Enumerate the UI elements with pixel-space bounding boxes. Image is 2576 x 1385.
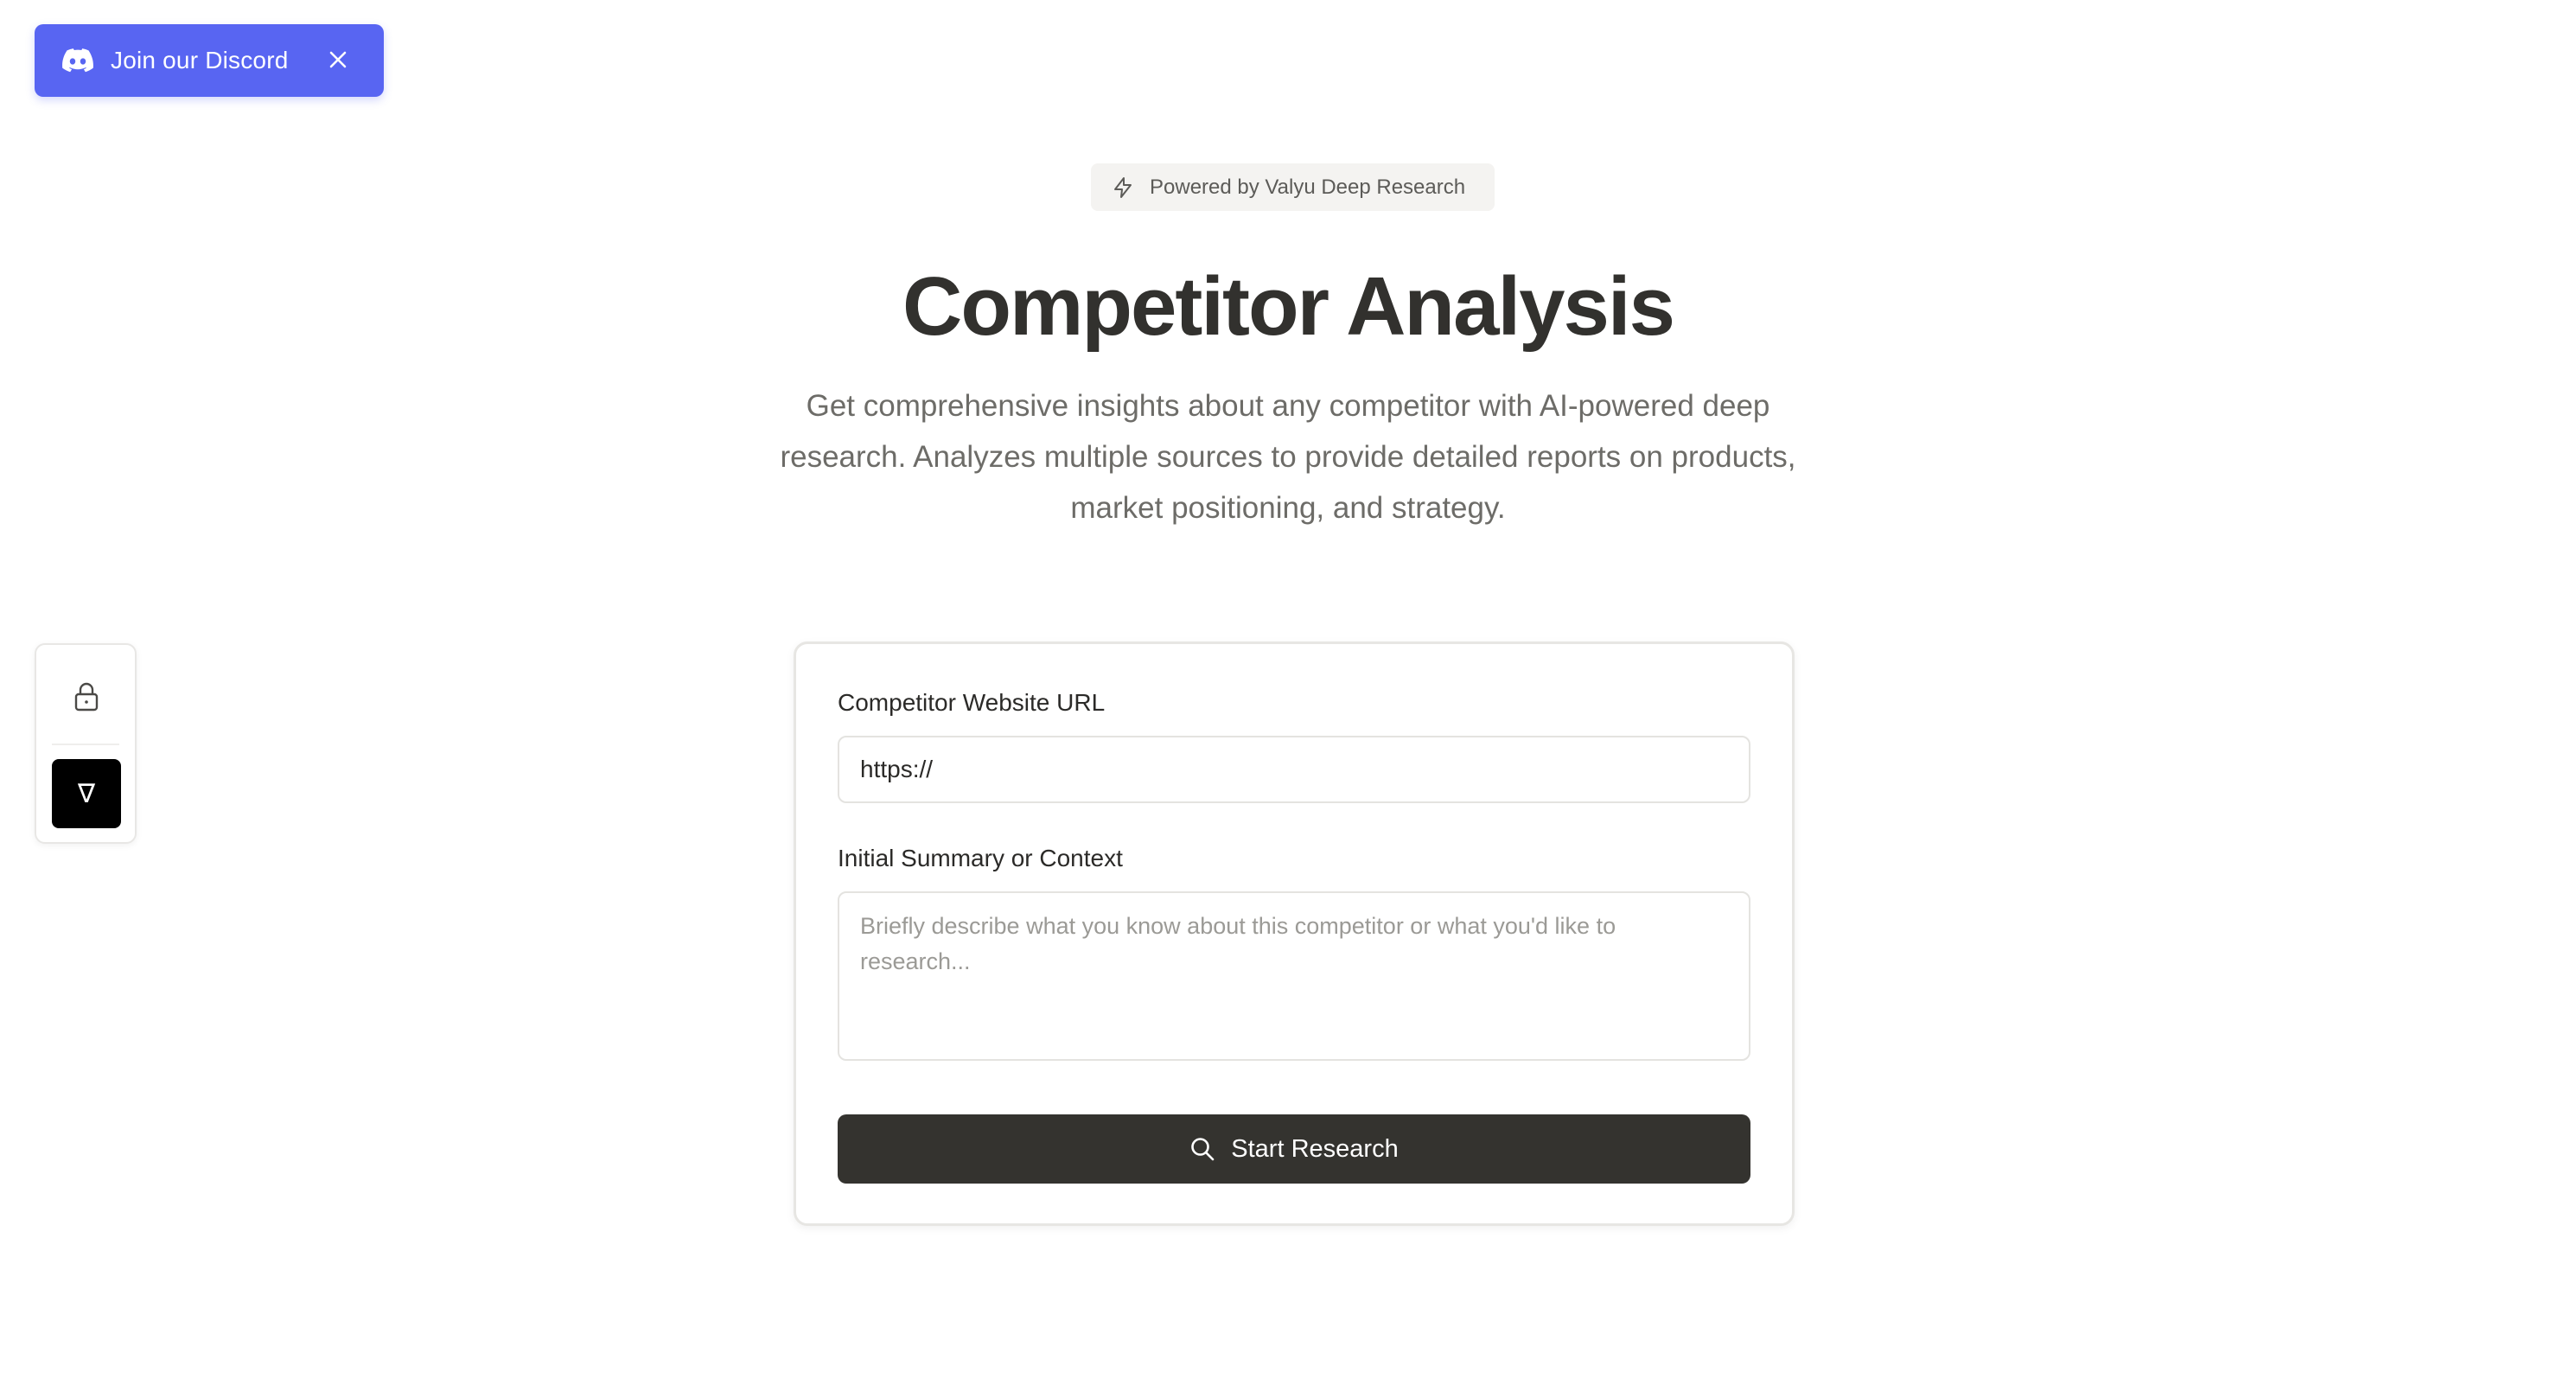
bolt-icon [1114, 176, 1132, 198]
page-title: Competitor Analysis [902, 260, 1675, 353]
divider [52, 744, 119, 745]
start-research-label: Start Research [1231, 1134, 1399, 1163]
lock-icon[interactable] [69, 680, 104, 714]
discord-banner[interactable]: Join our Discord [35, 24, 384, 97]
context-label: Initial Summary or Context [838, 845, 1123, 871]
url-input[interactable] [838, 736, 1750, 803]
context-textarea[interactable] [838, 891, 1750, 1061]
close-icon[interactable] [325, 47, 351, 73]
url-label: Competitor Website URL [838, 689, 1106, 716]
discord-banner-label: Join our Discord [111, 47, 289, 73]
page-subtitle: Get comprehensive insights about any com… [780, 389, 1796, 525]
research-form-card: Competitor Website URL Initial Summary o… [794, 641, 1795, 1226]
nabla-icon[interactable]: ∇ [52, 759, 121, 828]
discord-icon [62, 48, 93, 73]
powered-by-text: Powered by Valyu Deep Research [1150, 175, 1466, 199]
start-research-button[interactable]: Start Research [838, 1114, 1750, 1184]
powered-by-badge: Powered by Valyu Deep Research [1091, 163, 1495, 211]
side-toolbar: ∇ [35, 643, 137, 844]
search-icon [1191, 1138, 1215, 1161]
page: Join our Discord Powered by Valyu Deep R… [0, 0, 2576, 1385]
